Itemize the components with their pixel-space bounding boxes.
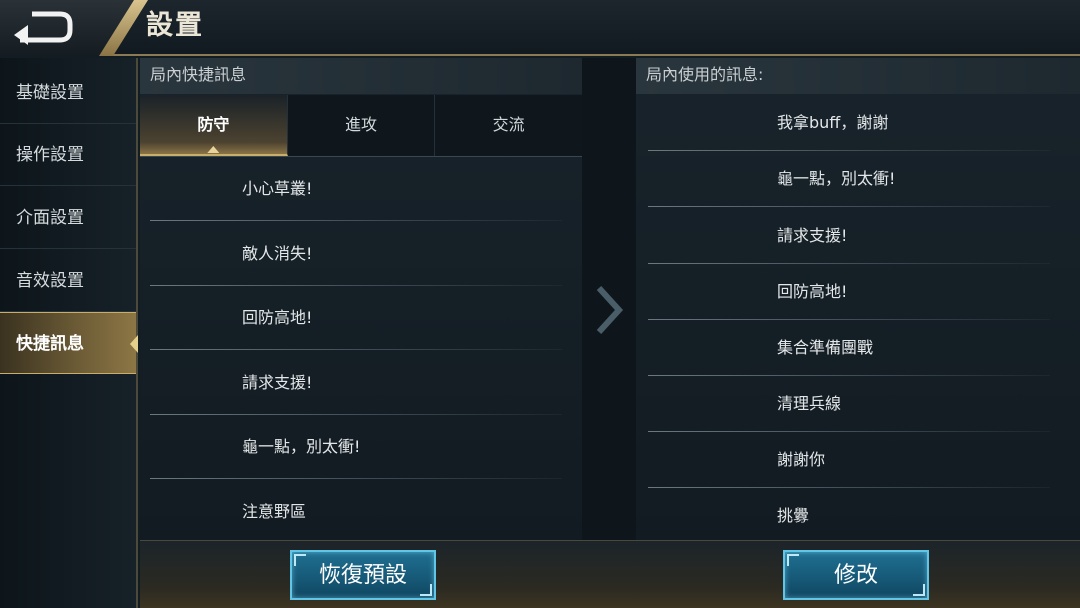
list-item[interactable]: 清理兵線 (636, 376, 1080, 432)
list-item[interactable]: 集合準備團戰 (636, 320, 1080, 376)
back-button[interactable] (10, 8, 76, 46)
top-bar: 設置 (0, 0, 1080, 56)
transfer-column (582, 58, 636, 540)
message-text: 龜一點，別太衝! (777, 169, 896, 188)
message-text: 小心草叢! (242, 179, 313, 198)
list-item[interactable]: 請求支援! (636, 208, 1080, 264)
back-arrow-icon (14, 11, 73, 45)
message-text: 挑釁 (777, 506, 810, 525)
message-text: 龜一點，別太衝! (242, 437, 361, 456)
in-game-messages-header: 局內使用的訊息: (636, 58, 1080, 94)
list-item[interactable]: 謝謝你 (636, 432, 1080, 488)
tab-attack[interactable]: 進攻 (288, 95, 436, 156)
tab-communication-label: 交流 (492, 115, 525, 134)
message-text: 敵人消失! (242, 244, 313, 263)
sidebar-item-interface-settings[interactable]: 介面設置 (0, 187, 136, 249)
divider (150, 349, 562, 350)
tab-attack-label: 進攻 (345, 115, 378, 134)
sidebar-item-control-settings[interactable]: 操作設置 (0, 124, 136, 186)
list-item[interactable]: 龜一點，別太衝! (636, 151, 1080, 207)
list-item[interactable]: 我拿buff，謝謝 (636, 95, 1080, 151)
divider (648, 206, 1050, 207)
sidebar-item-audio-settings[interactable]: 音效設置 (0, 250, 136, 312)
page-title: 設置 (146, 10, 204, 41)
message-category-tabs: 防守 進攻 交流 (140, 95, 582, 156)
sidebar-item-basic-settings[interactable]: 基礎設置 (0, 62, 136, 124)
reset-default-button[interactable]: 恢復預設 (290, 550, 436, 600)
settings-sidebar: 基礎設置 操作設置 介面設置 音效設置 快捷訊息 (0, 58, 138, 608)
divider (150, 478, 562, 479)
list-item[interactable]: 回防高地! (140, 286, 582, 350)
in-game-messages-panel: 局內使用的訊息: 我拿buff，謝謝 龜一點，別太衝! 請求支援! 回防高地! … (636, 58, 1080, 540)
list-item[interactable]: 挑釁 (636, 488, 1080, 544)
transfer-button[interactable] (594, 284, 624, 336)
list-item[interactable]: 注意野區 (140, 480, 582, 544)
list-item[interactable]: 請求支援! (140, 351, 582, 415)
list-item[interactable]: 敵人消失! (140, 222, 582, 286)
list-item[interactable]: 龜一點，別太衝! (140, 415, 582, 479)
active-tab-indicator (207, 146, 220, 153)
quick-messages-header: 局內快捷訊息 (140, 58, 582, 94)
list-item[interactable]: 回防高地! (636, 264, 1080, 320)
action-bar: 恢復預設 修改 (140, 540, 1080, 608)
sidebar-item-quick-messages[interactable]: 快捷訊息 (0, 312, 138, 374)
divider (150, 220, 562, 221)
message-text: 謝謝你 (777, 450, 826, 469)
tab-defense[interactable]: 防守 (140, 95, 288, 156)
message-text: 集合準備團戰 (777, 338, 874, 357)
tab-defense-label: 防守 (197, 115, 230, 134)
message-text: 清理兵線 (777, 394, 842, 413)
list-item[interactable]: 小心草叢! (140, 157, 582, 221)
modify-button[interactable]: 修改 (783, 550, 929, 600)
message-text: 回防高地! (777, 282, 848, 301)
message-text: 請求支援! (777, 226, 848, 245)
message-text: 注意野區 (242, 502, 307, 521)
message-text: 回防高地! (242, 308, 313, 327)
message-text: 請求支援! (242, 373, 313, 392)
chevron-right-icon (596, 285, 624, 335)
tab-communication[interactable]: 交流 (435, 95, 582, 156)
message-text: 我拿buff，謝謝 (777, 113, 889, 132)
quick-messages-panel: 局內快捷訊息 防守 進攻 交流 小心草叢! 敵人消失! 回防高地! 請求支援! … (140, 58, 582, 540)
